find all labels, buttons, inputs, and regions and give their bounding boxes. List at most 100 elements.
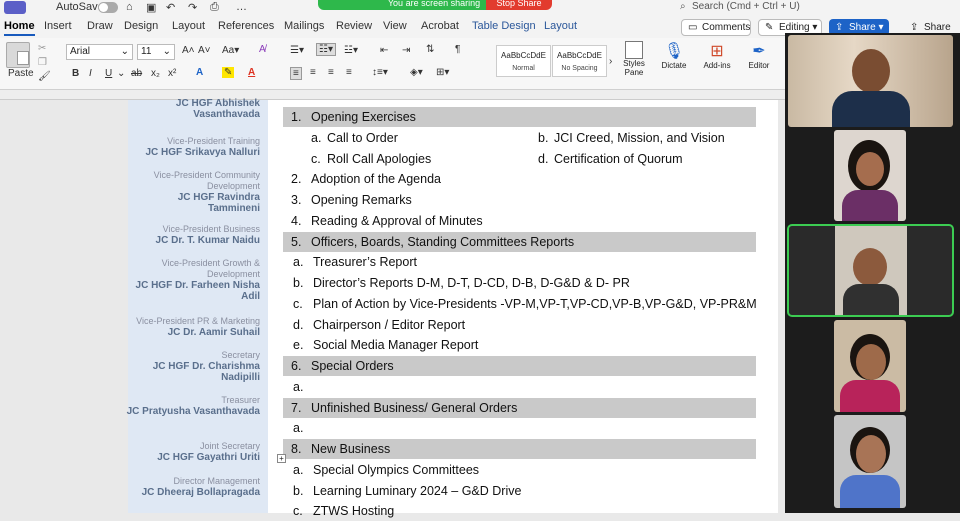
bold-icon[interactable]: B [72,68,79,79]
agenda-row[interactable]: c. Roll Call Apologies d. Certification of … [283,149,756,169]
decrease-indent-icon[interactable]: ⇤ [380,45,388,56]
format-painter-icon[interactable]: 🖌 [38,71,51,82]
more-icon[interactable]: … [236,1,247,13]
agenda-row[interactable]: a. Call to Order b. JCI Creed, Mission, and… [283,128,756,148]
dictate-button[interactable]: 🎙 Dictate [658,41,690,70]
agenda-row[interactable]: 5. Officers, Boards, Standing Committees … [283,231,756,252]
tab-home[interactable]: Home [4,20,35,36]
tab-mailings[interactable]: Mailings [284,20,324,32]
shrink-font-icon[interactable]: A˅ [198,45,211,56]
agenda-row[interactable]: a. [283,418,756,438]
agenda-text: Officers, Boards, Standing Committees Re… [311,234,575,249]
font-size-select[interactable]: 11 ⌄ [137,44,175,60]
search-input[interactable]: ⌕ Search (Cmd + Ctrl + U) [680,0,895,14]
multilevel-list-icon[interactable]: ☳▾ [344,45,358,56]
autosave-toggle[interactable] [98,2,118,13]
agenda-row[interactable]: b. Director’s Reports D-M, D-T, D-CD, D-B… [283,273,756,293]
strikethrough-icon[interactable]: ab [131,68,142,79]
tab-table-design[interactable]: Table Design [472,20,536,32]
justify-icon[interactable]: ≡ [346,67,352,78]
tab-insert[interactable]: Insert [44,20,72,32]
borders-icon[interactable]: ⊞▾ [436,67,449,78]
pilcrow-icon[interactable]: ¶ [455,44,460,55]
font-name-select[interactable]: Arial ⌄ [66,44,133,60]
stop-share-button[interactable]: Stop Share [486,0,552,10]
clear-format-icon[interactable]: A̸ [259,44,266,55]
align-center-icon[interactable]: ≡ [310,67,316,78]
tab-layout[interactable]: Layout [172,20,205,32]
undo-icon[interactable]: ↶ [166,1,175,14]
subscript-icon[interactable]: x₂ [151,68,160,79]
numbering-icon[interactable]: ☷▾ [316,43,336,56]
table-move-handle-icon[interactable]: + [277,454,286,463]
agenda-text: Plan of Action by Vice-Presidents -VP-M,… [313,296,757,311]
agenda-row[interactable]: 4. Reading & Approval of Minutes [283,211,756,231]
tab-design[interactable]: Design [124,20,158,32]
officer-name: JC HGF Abhishek Vasanthavada [175,98,260,120]
agenda-row[interactable]: a. Special Olympics Committees [283,460,756,480]
chevron-down-icon[interactable]: ⌄ [117,68,125,79]
agenda-row[interactable]: a. Treasurer’s Report [283,252,756,272]
agenda-row[interactable]: c. ZTWS Hosting [283,501,756,521]
agenda-row[interactable]: 7. Unfinished Business/ General Orders [283,397,756,418]
stop-share-label: Stop Share [496,0,542,8]
agenda-row[interactable]: 2. Adoption of the Agenda [283,169,756,189]
style-no-spacing[interactable]: AaBbCcDdE No Spacing [552,45,607,77]
sort-icon[interactable]: ⇅ [426,44,434,55]
horizontal-ruler[interactable] [0,90,785,100]
font-color-icon[interactable]: A [248,67,255,78]
underline-icon[interactable]: U [105,68,112,79]
participant-video-3-active[interactable] [787,224,954,317]
styles-pane-label: Styles Pane [623,59,645,77]
addins-button[interactable]: ⊞ Add-ins [700,41,734,70]
grow-font-icon[interactable]: A˄ [182,45,195,56]
tab-table-layout[interactable]: Layout [544,20,577,32]
participant-video-1[interactable] [788,35,953,127]
tab-references[interactable]: References [218,20,274,32]
style-normal[interactable]: AaBbCcDdE Normal [496,45,551,77]
redo-icon[interactable]: ↷ [188,1,197,14]
agenda-row[interactable]: a. [283,377,756,397]
superscript-icon[interactable]: x² [168,68,176,79]
comments-button[interactable]: ▭ Comments [681,19,751,36]
chevron-down-icon: ⌄ [120,46,129,57]
highlight-icon[interactable]: ✎ [222,67,235,78]
agenda-row[interactable]: d. Chairperson / Editor Report [283,315,756,335]
agenda-row[interactable]: 6. Special Orders [283,356,756,376]
bullets-icon[interactable]: ☰▾ [290,45,304,56]
participant-video-4[interactable] [834,320,906,412]
agenda-row[interactable]: 1. Opening Exercises [283,107,756,127]
app-icon[interactable] [4,1,26,14]
tab-review[interactable]: Review [336,20,372,32]
agenda-row[interactable]: 8. New Business [283,439,756,459]
tab-view[interactable]: View [383,20,407,32]
cut-icon[interactable]: ✂ [38,43,46,54]
styles-gallery-arrow-icon[interactable]: › [609,56,612,67]
home-icon[interactable]: ⌂ [126,1,133,13]
participant-video-2[interactable] [834,130,906,221]
editor-button[interactable]: ✒ Editor [744,41,774,70]
agenda-text: New Business [311,442,391,456]
copy-icon[interactable]: ❐ [38,57,47,68]
change-case-icon[interactable]: Aa▾ [222,45,239,56]
align-right-icon[interactable]: ≡ [328,67,334,78]
officer-role: Vice-President PR & Marketing [136,316,260,326]
agenda-row[interactable]: b. Learning Luminary 2024 – G&D Drive [283,481,756,501]
officer-name: JC Dheeraj Bollapragada [141,487,260,498]
shading-icon[interactable]: ◈▾ [410,67,423,78]
align-left-icon[interactable]: ≡ [290,67,302,80]
text-effects-icon[interactable]: A [196,67,203,78]
paste-icon[interactable] [6,42,30,68]
tab-draw[interactable]: Draw [87,20,113,32]
agenda-row[interactable]: 3. Opening Remarks [283,190,756,210]
participant-video-5[interactable] [834,415,906,508]
agenda-row[interactable]: e. Social Media Manager Report [283,335,756,355]
line-spacing-icon[interactable]: ↕≡▾ [372,67,388,78]
styles-pane-button[interactable]: Styles Pane [620,41,648,77]
increase-indent-icon[interactable]: ⇥ [402,45,410,56]
save-icon[interactable]: ▣ [146,1,156,14]
print-icon[interactable]: ⎙ [210,1,219,14]
agenda-row[interactable]: c. Plan of Action by Vice-Presidents -VP-… [283,294,757,314]
italic-icon[interactable]: I [89,68,92,79]
tab-acrobat[interactable]: Acrobat [421,20,459,32]
